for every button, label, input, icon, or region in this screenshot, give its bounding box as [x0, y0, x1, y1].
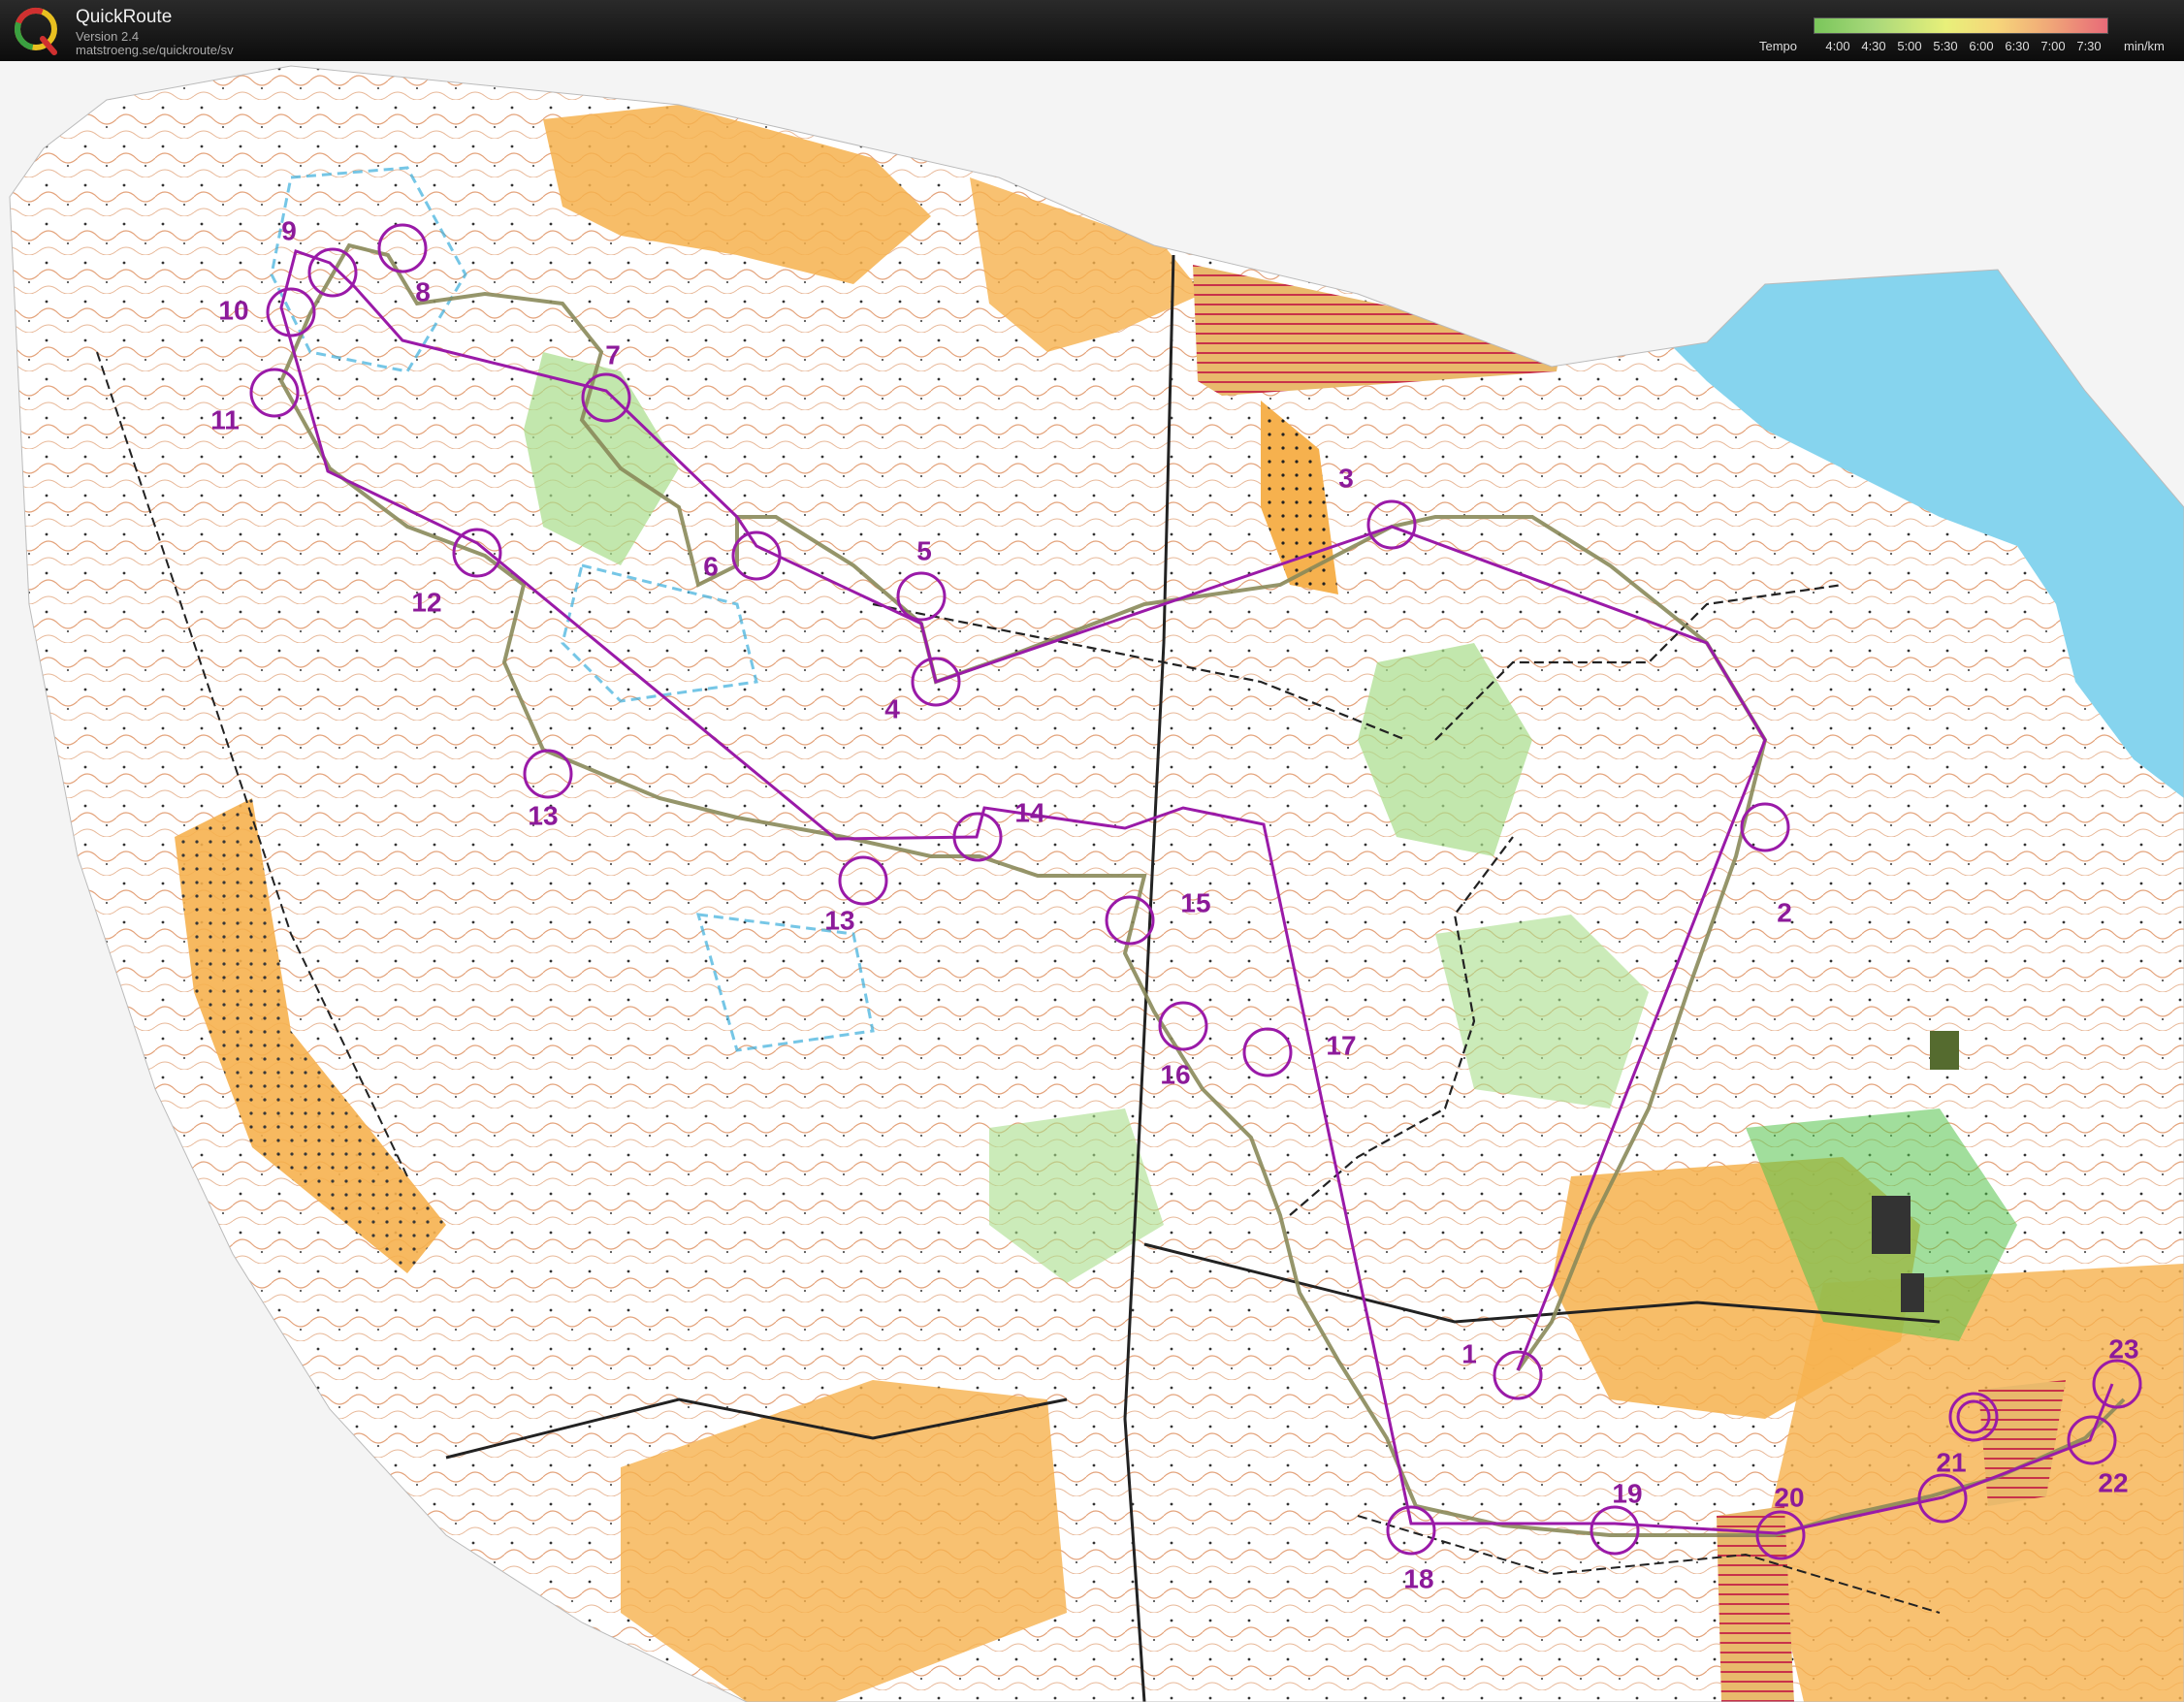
- tempo-color-scale: [1814, 17, 2108, 34]
- tempo-label: Tempo: [1759, 39, 1798, 53]
- map-canvas[interactable]: 1234567891011121313141516171819 20212223: [0, 61, 2184, 1702]
- tempo-unit: min/km: [2124, 39, 2165, 53]
- building: [1930, 1031, 1959, 1070]
- control-number: 13: [528, 800, 558, 830]
- tempo-tick: 4:00: [1825, 39, 1850, 53]
- orienteering-map[interactable]: 1 2 3 4 5 6 7 8 9 10 11 12 13 13 14 15 16 17 18 19 20 21 22 23: [0, 61, 2184, 1702]
- control-number: 19: [1612, 1478, 1642, 1508]
- control-number: 9: [281, 215, 297, 245]
- building: [1901, 1273, 1924, 1312]
- control-number: 5: [916, 535, 932, 565]
- control-number: 13: [824, 905, 854, 935]
- control-number: 16: [1160, 1059, 1190, 1089]
- control-number: 20: [1774, 1482, 1804, 1512]
- building: [1872, 1196, 1911, 1254]
- tempo-tick: 7:00: [2040, 39, 2066, 53]
- control-number: 15: [1180, 887, 1210, 917]
- map-terrain: [10, 66, 2184, 1702]
- control-number: 14: [1014, 797, 1045, 827]
- control-number: 3: [1338, 463, 1354, 493]
- tempo-tick: 6:00: [1969, 39, 1994, 53]
- tempo-tick: 7:30: [2076, 39, 2102, 53]
- control-number: 17: [1326, 1030, 1356, 1060]
- control-number: 8: [415, 276, 431, 306]
- control-number: 2: [1777, 897, 1792, 927]
- tempo-tick: 5:00: [1897, 39, 1922, 53]
- quickroute-logo-icon: [14, 8, 57, 55]
- control-number: 7: [605, 339, 621, 369]
- control-number: 21: [1936, 1447, 1966, 1477]
- control-number: 10: [218, 295, 248, 325]
- app-title: QuickRoute: [76, 7, 173, 27]
- app-version: Version 2.4: [76, 29, 140, 44]
- control-number: 1: [1461, 1338, 1477, 1368]
- control-number: 22: [2098, 1467, 2128, 1497]
- app-url: matstroeng.se/quickroute/sv: [76, 43, 234, 57]
- tempo-tick: 4:30: [1861, 39, 1886, 53]
- tempo-ticks: 4:00 4:30 5:00 5:30 6:00 6:30 7:00 7:30: [1814, 39, 2106, 54]
- tempo-tick: 5:30: [1933, 39, 1958, 53]
- header-bar: QuickRoute Version 2.4 matstroeng.se/qui…: [0, 0, 2184, 61]
- control-number: 23: [2108, 1333, 2138, 1364]
- control-number: 18: [1403, 1563, 1433, 1593]
- tempo-tick: 6:30: [2005, 39, 2030, 53]
- control-number: 12: [411, 587, 441, 617]
- control-number: 6: [703, 551, 719, 581]
- control-number: 4: [884, 693, 900, 723]
- control-number: 11: [210, 404, 240, 434]
